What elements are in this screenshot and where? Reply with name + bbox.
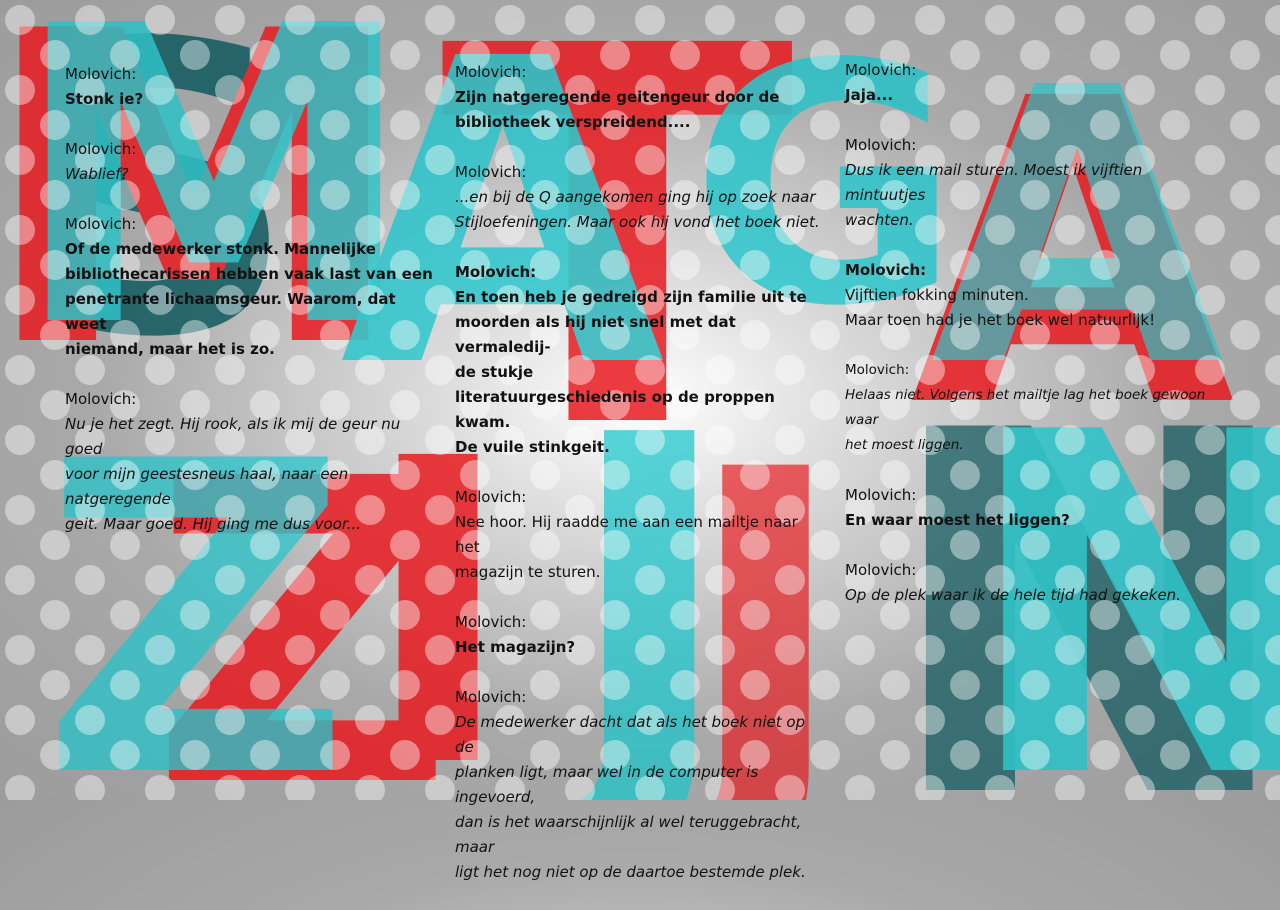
speaker-label: Molovich: [455,688,527,706]
speaker-label: Molovich: [65,140,137,158]
dialogue-line: Het magazijn? [455,638,576,656]
dialogue-entry: Molovich: Op de plek waar ik de hele tij… [845,558,1215,608]
dialogue-line: Of de medewerker stonk. Mannelijke [65,240,376,258]
dialogue-line: het moest liggen. [845,437,964,453]
dialogue-line: Wablief? [65,165,129,183]
dialogue-line: Maar toen had je het boek wel natuurlijk… [845,311,1156,329]
dialogue-line: Stijloefeningen. Maar ook hij vond het b… [455,213,820,231]
dialogue-entry: Molovich: ...en bij de Q aangekomen ging… [455,160,825,235]
dialogue-line: En waar moest het liggen? [845,511,1070,529]
dialogue-entry: Molovich: Wablief? [65,137,435,187]
dialogue-line: En toen heb je gedreigd zijn familie uit… [455,288,807,306]
dialogue-line: dan is het waarschijnlijk al wel terugge… [455,813,802,856]
dialogue-entry: Molovich: Nee hoor. Hij raadde me aan ee… [455,485,825,585]
speaker-label: Molovich: [845,61,917,79]
dialogue-line: bibliothecarissen hebben vaak last van e… [65,265,433,283]
dialogue-line: ligt het nog niet op de daartoe bestemde… [455,863,806,881]
speaker-label: Molovich: [455,488,527,506]
dialogue-line: Vijftien fokking minuten. [845,286,1029,304]
dialogue-line: Op de plek waar ik de hele tijd had geke… [845,586,1181,604]
dialogue-column-2: Molovich: Zijn natgeregende geitengeur d… [455,60,825,910]
speaker-label: Molovich: [845,261,927,279]
dialogue-entry: Molovich: Zijn natgeregende geitengeur d… [455,60,825,135]
dialogue-line: geit. Maar goed. Hij ging me dus voor... [65,515,361,533]
dialogue-line: Dus ik een mail sturen. Moest ik vijftie… [845,161,1143,204]
dialogue-line: wachten. [845,211,914,229]
dialogue-entry: Molovich: En toen heb je gedreigd zijn f… [455,260,825,460]
dialogue-entry: Molovich: Of de medewerker stonk. Mannel… [65,212,435,362]
dialogue-line: planken ligt, maar wel in de computer is… [455,763,759,806]
dialogue-line: Stonk ie? [65,90,144,108]
dialogue-line: Jaja... [845,86,894,104]
dialogue-line: niemand, maar het is zo. [65,340,275,358]
speaker-label: Molovich: [455,613,527,631]
speaker-label: Molovich: [65,215,137,233]
dialogue-line: De medewerker dacht dat als het boek nie… [455,713,806,756]
dialogue-line: Nu je het zegt. Hij rook, als ik mij de … [65,415,401,458]
speaker-label: Molovich: [65,65,137,83]
dialogue-entry: Molovich: Stonk ie? [65,62,435,112]
dialogue-entry: Molovich: Het magazijn? [455,610,825,660]
dialogue-column-1: Molovich: Stonk ie? Molovich: Wablief? M… [65,62,435,562]
dialogue-line: bibliotheek verspreidend.... [455,113,691,131]
speaker-label: Molovich: [65,390,137,408]
speaker-label: Molovich: [845,136,917,154]
dialogue-entry: Molovich: En waar moest het liggen? [845,483,1215,533]
dialogue-line: moorden als hij niet snel met dat vermal… [455,313,736,356]
dialogue-entry: Molovich: Vijftien fokking minuten. Maar… [845,258,1215,333]
dialogue-line: penetrante lichaamsgeur. Waarom, dat wee… [65,290,396,333]
dialogue-line: de stukje [455,363,534,381]
dialogue-line: magazijn te sturen. [455,563,601,581]
speaker-label: Molovich: [455,63,527,81]
dialogue-line: Nee hoor. Hij raadde me aan een mailtje … [455,513,798,556]
dialogue-line: De vuile stinkgeit. [455,438,610,456]
dialogue-entry: Molovich: Dus ik een mail sturen. Moest … [845,133,1215,233]
dialogue-column-3: Molovich: Jaja... Molovich: Dus ik een m… [845,58,1215,633]
dialogue-line: ...en bij de Q aangekomen ging hij op zo… [455,188,816,206]
dialogue-entry: Molovich: De medewerker dacht dat als he… [455,685,825,885]
dialogue-entry: Molovich: Helaas niet. Volgens het mailt… [845,358,1215,458]
speaker-label: Molovich: [845,486,917,504]
dialogue-entry: Molovich: Jaja... [845,58,1215,108]
dialogue-line: Helaas niet. Volgens het mailtje lag het… [845,387,1206,428]
dialogue-entry: Molovich: Nu je het zegt. Hij rook, als … [65,387,435,537]
dialogue-line: voor mijn geestesneus haal, naar een nat… [65,465,349,508]
dialogue-line: Zijn natgeregende geitengeur door de [455,88,780,106]
speaker-label: Molovich: [845,362,910,378]
speaker-label: Molovich: [455,263,537,281]
speaker-label: Molovich: [455,163,527,181]
dialogue-line: literatuurgeschiedenis op de proppen kwa… [455,388,775,431]
speaker-label: Molovich: [845,561,917,579]
